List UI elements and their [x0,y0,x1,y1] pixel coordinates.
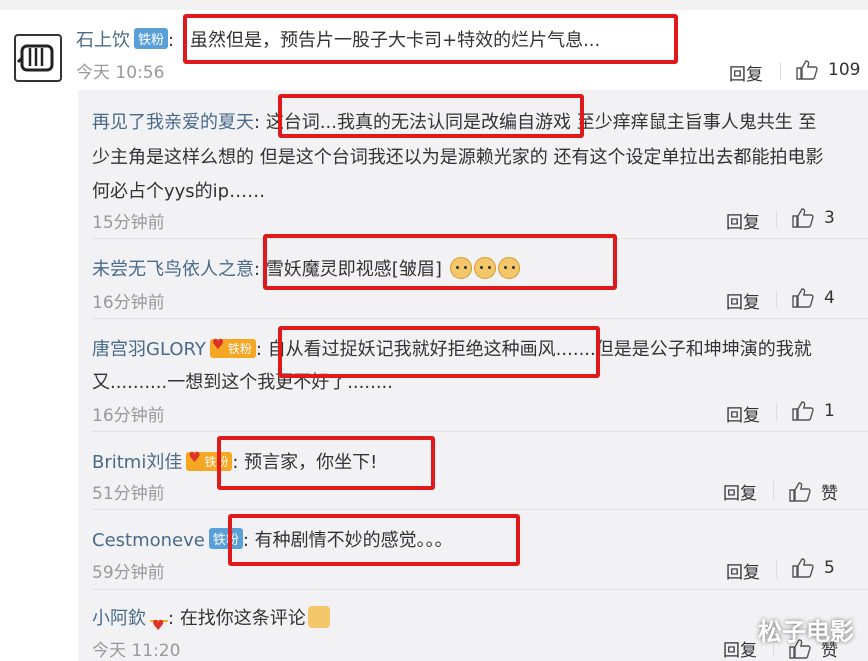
reply-user[interactable]: Cestmoneve [92,530,205,551]
colon: : [254,259,261,280]
reply-button[interactable]: 回复 [726,288,760,313]
reply-line: 唐宫羽GLORY ♥ 铁粉: 自从看过捉妖记我就好拒绝这种画风.......但是是公… [92,335,812,361]
reply-label: 回复 [726,293,760,313]
like-count: 1 [824,401,835,421]
top-strip [0,0,868,10]
like-button[interactable]: 1 [792,401,835,421]
reply-button[interactable]: 回复 [726,558,760,583]
colon: : [242,530,249,551]
like-button[interactable]: 109 [796,60,860,80]
reply-text: 雪妖魔灵即视感[皱眉] [265,259,442,280]
like-button[interactable]: 4 [792,288,835,308]
fan-heart-badge: ♥ [150,618,168,634]
like-count: 5 [824,558,835,578]
separator [92,431,868,432]
reply-label: 回复 [729,65,763,85]
reply-time: 59分钟前 [92,563,165,583]
reply-text: 自从看过捉妖记我就好拒绝这种画风.......但是是公子和坤坤演的我就 [267,339,812,360]
reply-label: 回复 [723,484,757,504]
iron-fan-badge: 铁粉 [134,28,169,49]
reply-text: 有种剧情不妙的感觉。。。 [254,530,453,551]
thumbs-up-icon [792,401,814,421]
reply-button[interactable]: 回复 [726,208,760,233]
reply-time: 51分钟前 [92,484,165,504]
doge-emoji-icon [449,257,472,279]
separator [92,589,868,590]
like-count: 4 [824,288,835,308]
like-count: 赞 [821,484,838,504]
colon: : [255,339,262,360]
heart-icon: ♥ [152,618,165,634]
like-count: 109 [828,60,861,80]
reply-button[interactable]: 回复 [726,401,760,426]
reply-text: 在找你这条评论 [179,608,306,629]
fist-avatar-icon [16,44,54,72]
reply-button[interactable]: 回复 [723,636,757,661]
divider [776,560,777,578]
separator [92,509,868,510]
thumbs-up-icon [789,481,811,502]
reply-label: 回复 [723,641,757,661]
divider [776,210,777,228]
reply-user[interactable]: 再见了我亲爱的夏天 [92,112,254,133]
reply-text: 预言家，你坐下! [244,452,378,473]
thumbs-up-icon [796,60,818,80]
separator [92,238,868,239]
heart-icon: ♥ [211,337,225,353]
like-count: 3 [824,208,835,228]
reply-user[interactable]: 唐宫羽GLORY [92,339,206,360]
reply-line: Britmi刘佳 ♥ 铁粉: 预言家，你坐下! [92,448,377,474]
colon: : [168,608,175,629]
divider [776,403,777,421]
thumbs-up-icon [792,558,814,578]
reply-line: Cestmoneve 铁粉: 有种剧情不妙的感觉。。。 [92,526,453,552]
reply-button[interactable]: 回复 [729,60,763,85]
thumbs-up-icon [792,288,814,308]
divider [780,62,781,80]
reply-time: 16分钟前 [92,293,165,313]
thumbs-up-icon [792,208,814,228]
like-button[interactable]: 3 [792,208,835,228]
main-comment-time: 今天 10:56 [76,63,165,83]
reply-time: 15分钟前 [92,213,165,233]
colon: : [254,112,261,133]
main-comment-text: 虽然但是，预告片一股子大卡司+特效的烂片气息... [190,30,601,51]
reply-time: 16分钟前 [92,406,165,426]
reply-time: 今天 11:20 [92,641,181,661]
like-button[interactable]: 赞 [789,479,838,504]
reply-text-line2: 少主角是这样么想的 但是这个台词我还以为是源赖光家的 还有这个设定单拉出去都能拍… [92,147,824,168]
reply-line: 未尝无飞鸟依人之意: 雪妖魔灵即视感[皱眉] [92,255,520,281]
reply-button[interactable]: 回复 [723,479,757,504]
heart-icon: ♥ [188,450,201,466]
reply-label: 回复 [726,406,760,426]
reply-user[interactable]: 未尝无飞鸟依人之意 [92,259,254,280]
reply-label: 回复 [726,213,760,233]
reply-user[interactable]: Britmi刘佳 [92,452,182,473]
main-comment-user[interactable]: 石上饮 铁粉: [76,26,174,52]
iron-fan-badge: 铁粉 [208,528,243,549]
divider [773,481,774,499]
thumbs-up-emoji-icon [307,606,330,628]
reply-label: 回复 [726,563,760,583]
reply-text: 这台词...我真的无法认同是改编自游戏 至少痒痒鼠主旨事人鬼共生 至 [265,112,817,133]
doge-emoji-icon [497,257,520,279]
separator [92,318,868,319]
reply-line: 小阿欽 ♥: 在找你这条评论 [92,604,330,634]
reply-text-line2: 又..........一想到这个我更不好了........ [92,372,393,393]
reply-text-line3: 何必占个yys的ip…… [92,181,266,202]
colon: : [168,30,175,51]
colon: : [232,452,239,473]
user-name[interactable]: 石上饮 [76,30,130,51]
reply-line: 再见了我亲爱的夏天: 这台词...我真的无法认同是改编自游戏 至少痒痒鼠主旨事人… [92,108,816,134]
avatar[interactable] [14,34,62,82]
reply-user[interactable]: 小阿欽 [92,608,146,629]
iron-fan-badge: ♥ 铁粉 [186,450,233,471]
like-button[interactable]: 5 [792,558,835,578]
divider [776,290,777,308]
watermark: 松子电影 [758,618,854,646]
replies-panel: 再见了我亲爱的夏天: 这台词...我真的无法认同是改编自游戏 至少痒痒鼠主旨事人… [78,90,868,661]
iron-fan-badge: ♥ 铁粉 [209,337,256,358]
doge-emoji-icon [473,257,496,279]
